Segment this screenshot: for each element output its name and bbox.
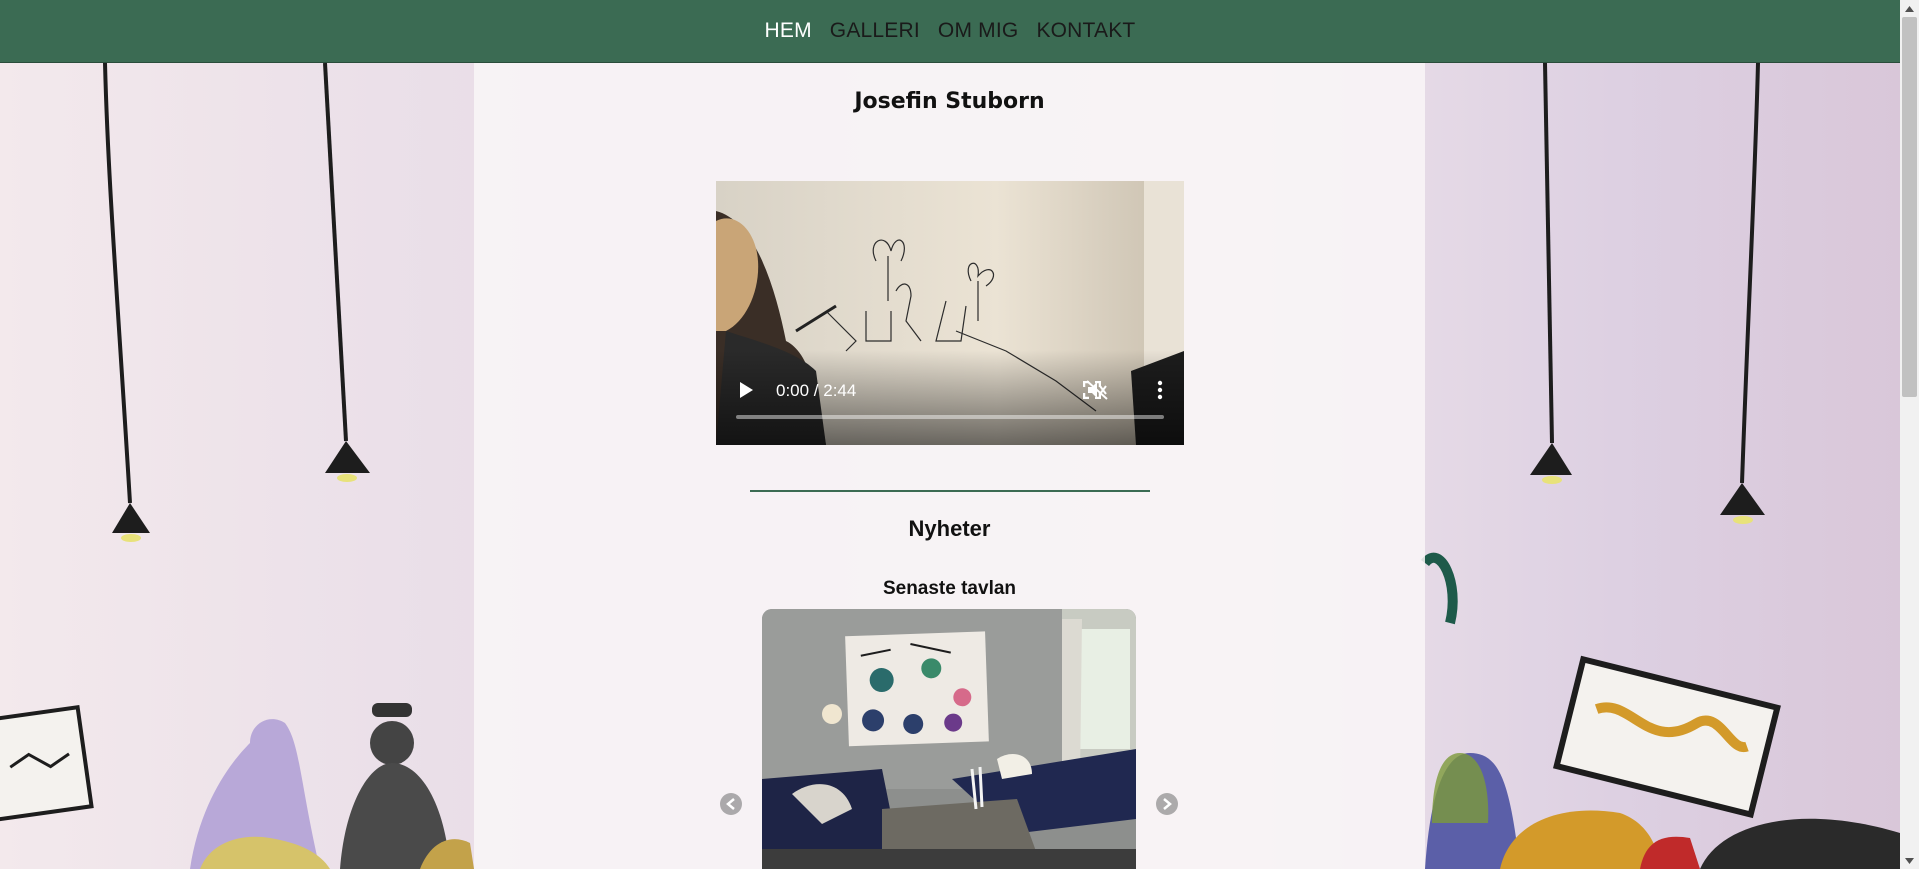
site-title: Josefin Stuborn bbox=[854, 89, 1045, 114]
content-panel: Josefin Stuborn 0:00 / 2:44 Nyheter Sena… bbox=[474, 63, 1425, 869]
carousel-next-button[interactable] bbox=[1156, 793, 1178, 815]
carousel-image bbox=[762, 609, 1136, 869]
scrollbar-thumb[interactable] bbox=[1902, 17, 1917, 397]
nav-item-kontakt[interactable]: KONTAKT bbox=[1036, 19, 1135, 43]
video-time: 0:00 / 2:44 bbox=[776, 381, 857, 400]
living-room-photo bbox=[762, 609, 1136, 869]
section-divider bbox=[750, 490, 1150, 492]
main-nav: HEM GALLERI OM MIG KONTAKT bbox=[0, 0, 1900, 63]
play-button[interactable] bbox=[736, 380, 756, 400]
chevron-right-icon bbox=[1163, 798, 1172, 810]
scroll-up-button[interactable] bbox=[1900, 0, 1919, 17]
video-progress-bar[interactable] bbox=[736, 415, 1164, 419]
video-player[interactable]: 0:00 / 2:44 bbox=[716, 181, 1184, 445]
page-scrollbar[interactable] bbox=[1900, 0, 1919, 869]
chevron-left-icon bbox=[726, 798, 735, 810]
nav-item-om-mig[interactable]: OM MIG bbox=[938, 19, 1019, 43]
scroll-down-arrow-icon bbox=[1905, 857, 1914, 864]
play-icon bbox=[740, 382, 753, 398]
news-subheading: Senaste tavlan bbox=[882, 578, 1017, 599]
more-options-icon bbox=[1157, 380, 1163, 400]
scroll-up-arrow-icon bbox=[1905, 5, 1914, 12]
news-heading: Nyheter bbox=[908, 516, 991, 541]
fullscreen-icon bbox=[1083, 381, 1101, 399]
carousel-prev-button[interactable] bbox=[720, 793, 742, 815]
scroll-down-button[interactable] bbox=[1900, 852, 1919, 869]
more-options-button[interactable] bbox=[1148, 377, 1172, 403]
fullscreen-button[interactable] bbox=[1081, 379, 1103, 401]
nav-item-hem[interactable]: HEM bbox=[765, 19, 812, 43]
nav-item-galleri[interactable]: GALLERI bbox=[830, 19, 920, 43]
